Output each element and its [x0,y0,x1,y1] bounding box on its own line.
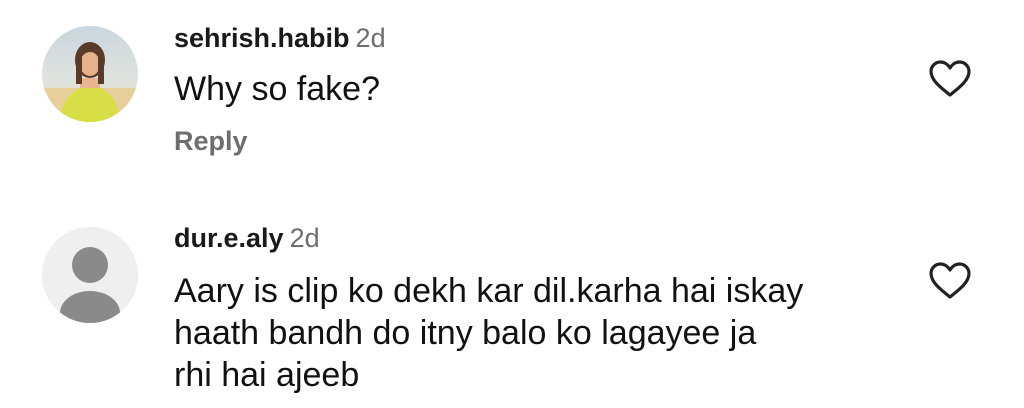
default-user-avatar-icon [42,227,138,323]
comment-text-line: haath bandh do itny balo ko lagayee ja [174,314,757,352]
avatar[interactable] [42,26,138,122]
avatar[interactable] [42,227,138,323]
comment-text-line: Aary is clip ko dekh kar dil.karha hai i… [174,272,804,310]
timestamp: 2d [355,23,386,53]
comment-text-line: rhi hai ajeeb [174,356,360,394]
comment-text: Why so fake? [174,70,380,108]
like-button[interactable] [928,59,972,99]
reply-button[interactable]: Reply [174,126,914,157]
user-photo-avatar-icon [42,26,138,122]
username[interactable]: sehrish.habib [174,23,350,53]
comment-text: Aary is clip ko dekh kar dil.karha hai i… [174,270,914,396]
comment-meta: dur.e.aly 2d [174,222,914,254]
heart-outline-icon [929,60,971,97]
comment-body: sehrish.habib 2d Why so fake? Reply [174,22,914,157]
timestamp: 2d [289,223,320,253]
username[interactable]: dur.e.aly [174,223,284,253]
like-button[interactable] [928,261,972,301]
heart-outline-icon [929,262,971,299]
comment-meta: sehrish.habib 2d [174,22,914,54]
comment-body: dur.e.aly 2d Aary is clip ko dekh kar dil… [174,222,914,396]
